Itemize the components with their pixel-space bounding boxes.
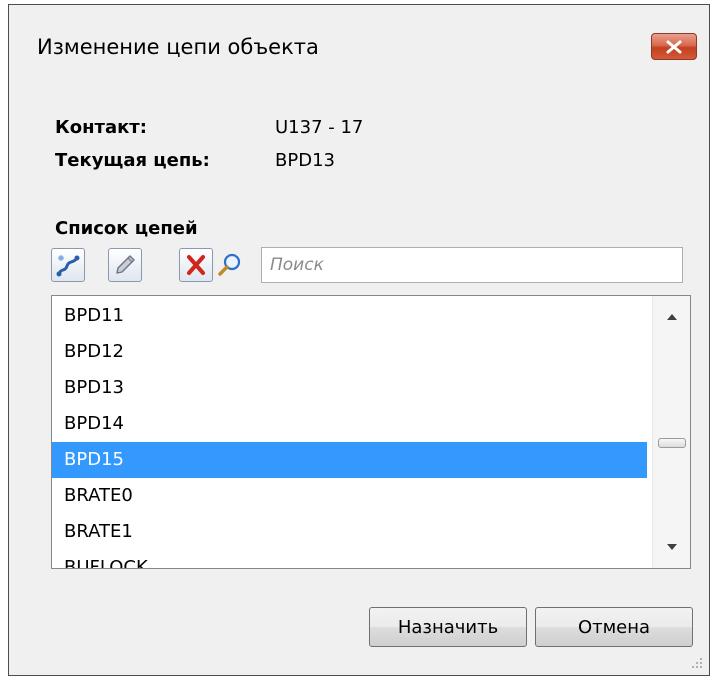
list-item[interactable]: BPD11: [52, 298, 647, 334]
pencil-edit-icon: [116, 255, 135, 274]
chain-listbox[interactable]: BPD11 BPD12 BPD13 BPD14 BPD15 BRATE0 BRA…: [51, 295, 691, 569]
new-chain-button[interactable]: [51, 248, 85, 282]
list-item[interactable]: BPD13: [52, 370, 647, 406]
title-bar[interactable]: Изменение цепи объекта: [9, 5, 709, 91]
list-item[interactable]: BRATE0: [52, 478, 647, 514]
arrow-up-icon: [666, 314, 677, 320]
magnifier-icon: [218, 253, 241, 276]
list-item[interactable]: BPD14: [52, 406, 647, 442]
contact-value: U137 - 17: [275, 117, 364, 138]
list-item[interactable]: BPD12: [52, 334, 647, 370]
contact-label: Контакт:: [55, 117, 147, 138]
scroll-down-button[interactable]: [653, 532, 690, 562]
assign-button[interactable]: Назначить: [369, 607, 527, 647]
scroll-thumb[interactable]: [658, 438, 686, 448]
current-chain-value: BPD13: [275, 150, 335, 171]
search-input[interactable]: [261, 247, 683, 283]
chain-list: BPD11 BPD12 BPD13 BPD14 BPD15 BRATE0 BRA…: [52, 296, 647, 568]
scroll-up-button[interactable]: [653, 302, 690, 332]
resize-grip-icon[interactable]: [689, 655, 703, 669]
dialog-title: Изменение цепи объекта: [37, 35, 319, 59]
new-chain-icon: [56, 255, 80, 277]
list-item[interactable]: BUFLOCK: [52, 550, 647, 568]
chain-list-label: Список цепей: [55, 218, 198, 239]
arrow-down-icon: [666, 544, 677, 550]
delete-chain-button[interactable]: [179, 248, 213, 282]
current-chain-label: Текущая цепь:: [55, 150, 210, 171]
cancel-button[interactable]: Отмена: [535, 607, 693, 647]
edit-chain-button[interactable]: [108, 248, 142, 282]
dialog-window: Изменение цепи объекта Контакт: U137 - 1…: [8, 4, 710, 676]
list-item[interactable]: BRATE1: [52, 514, 647, 550]
vertical-scrollbar[interactable]: [652, 296, 690, 568]
delete-x-icon: [187, 255, 205, 275]
list-item-selected[interactable]: BPD15: [52, 442, 647, 478]
close-button[interactable]: [651, 33, 697, 60]
close-icon: [666, 40, 682, 53]
